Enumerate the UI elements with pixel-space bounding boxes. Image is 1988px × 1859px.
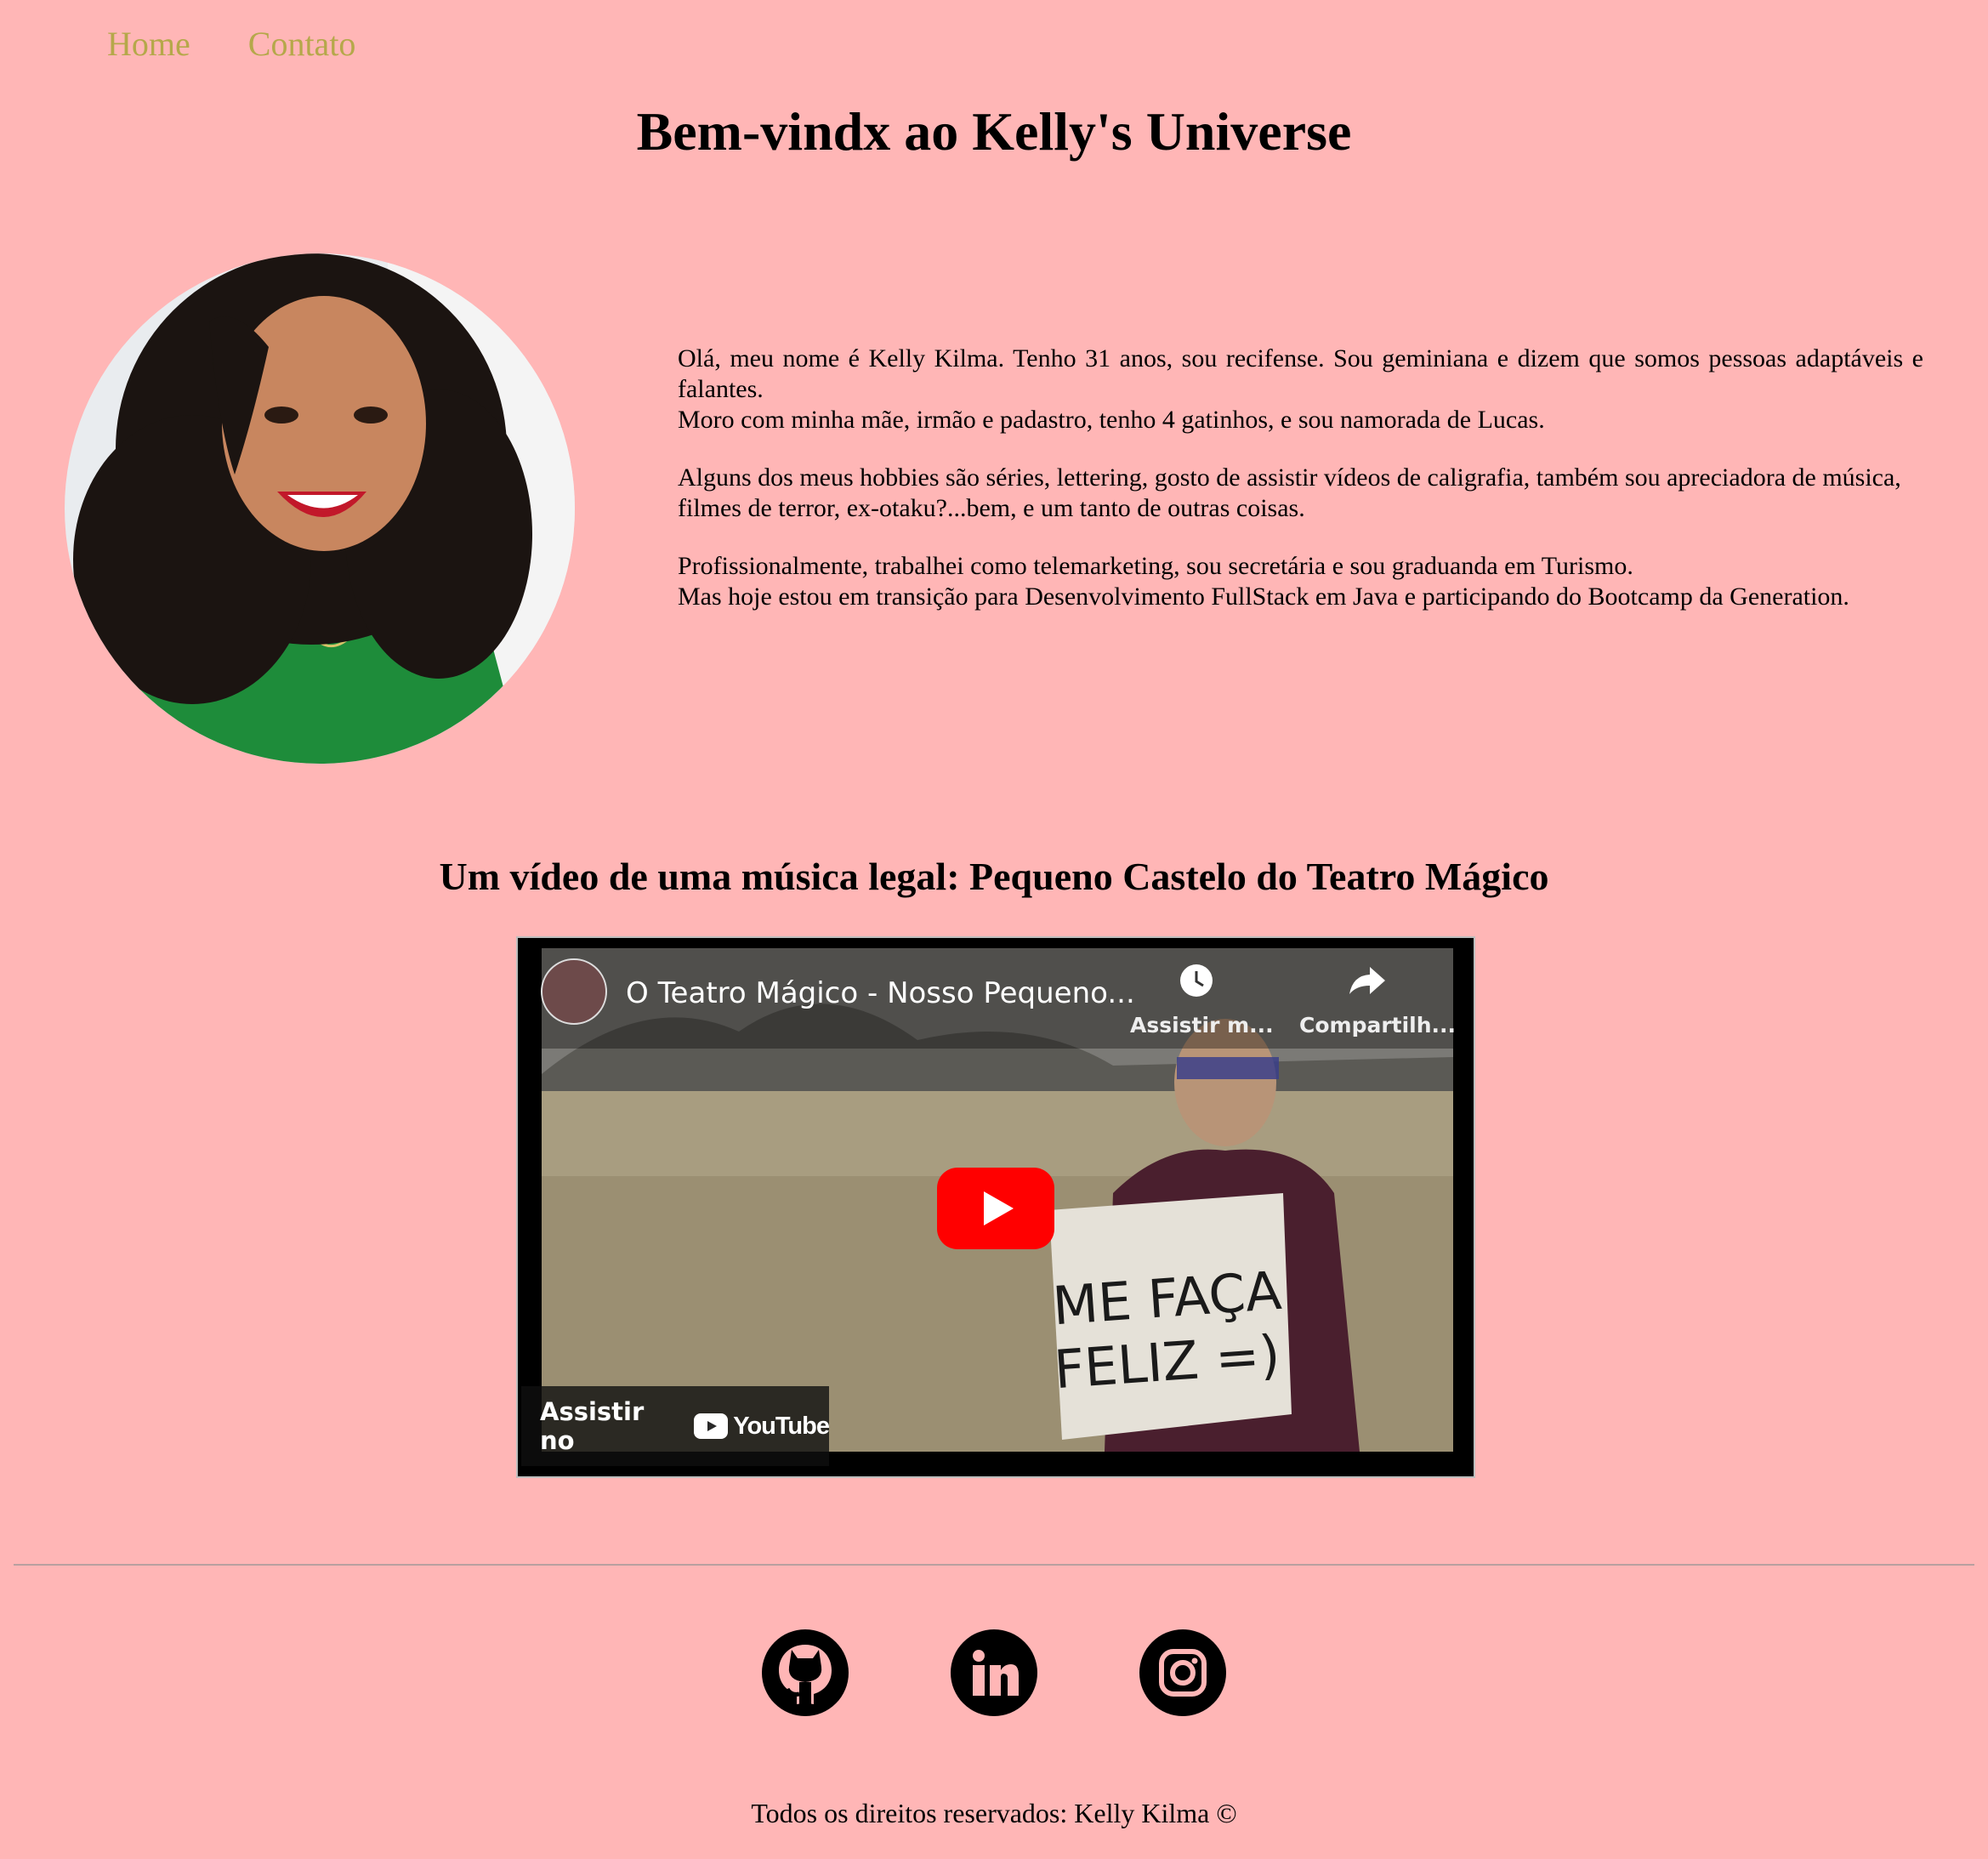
profile-photo (65, 253, 575, 764)
page-title: Bem-vindx ao Kelly's Universe (636, 101, 1352, 162)
about-paragraph-3: Profissionalmente, trabalhei como telema… (678, 551, 1923, 612)
share-icon[interactable] (1348, 964, 1387, 1002)
github-icon (762, 1629, 849, 1716)
about-paragraph-1: Olá, meu nome é Kelly Kilma. Tenho 31 an… (678, 344, 1923, 435)
video-heading: Um vídeo de uma música legal: Pequeno Ca… (439, 855, 1549, 898)
instagram-link[interactable] (1139, 1629, 1226, 1716)
top-nav: Home Contato (107, 24, 355, 64)
footer-copyright: Todos os direitos reservados: Kelly Kilm… (751, 1798, 1237, 1828)
youtube-logo-icon (694, 1413, 729, 1439)
linkedin-link[interactable] (951, 1629, 1037, 1716)
about-text: Mas hoje estou em transição para Desenvo… (678, 583, 1849, 611)
watch-later-label[interactable]: Assistir m... (1130, 1013, 1274, 1038)
about-text: Profissionalmente, trabalhei como telema… (678, 552, 1633, 580)
about-text: Moro com minha mãe, irmão e padastro, te… (678, 406, 1545, 434)
nav-home-link[interactable]: Home (107, 24, 190, 64)
github-link[interactable] (762, 1629, 849, 1716)
linkedin-icon (951, 1629, 1037, 1716)
play-button[interactable] (937, 1168, 1054, 1254)
watch-on-label: Assistir no (540, 1397, 645, 1455)
nav-contact-link[interactable]: Contato (248, 24, 356, 64)
about-text: Alguns dos meus hobbies são séries, lett… (678, 463, 1901, 492)
footer-divider (14, 1564, 1974, 1566)
instagram-icon (1139, 1629, 1226, 1716)
video-title[interactable]: O Teatro Mágico - Nosso Pequeno... (626, 976, 1135, 1010)
about-text: Olá, meu nome é Kelly Kilma. Tenho 31 an… (678, 344, 1923, 403)
youtube-embed[interactable]: ME FAÇA FELIZ =) O Teatro Mágico - Nosso… (516, 936, 1475, 1478)
about-section: Olá, meu nome é Kelly Kilma. Tenho 31 an… (678, 344, 1923, 640)
about-text: filmes de terror, ex-otaku?...bem, e um … (678, 494, 1305, 522)
about-paragraph-2: Alguns dos meus hobbies são séries, lett… (678, 463, 1923, 524)
social-links (0, 1629, 1988, 1716)
youtube-wordmark: YouTube (733, 1412, 830, 1440)
share-label[interactable]: Compartilh... (1299, 1013, 1456, 1038)
clock-icon[interactable] (1178, 962, 1215, 1003)
watch-on-youtube-button[interactable]: Assistir no YouTube (521, 1386, 830, 1466)
